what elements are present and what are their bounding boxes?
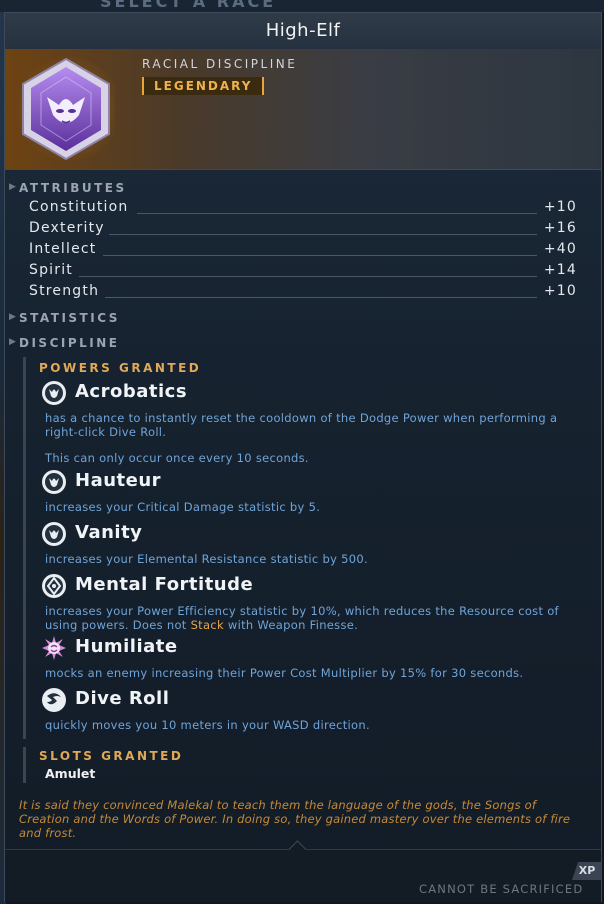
discipline-type-label: RACIAL DISCIPLINE	[142, 57, 298, 71]
statistics-header: STATISTICS	[19, 311, 120, 325]
power-name: Hauteur	[75, 470, 162, 491]
attribute-name: Intellect	[29, 241, 97, 257]
attribute-row: Constitution +10	[29, 199, 577, 220]
taunt-burst-icon	[42, 636, 66, 660]
attribute-name: Dexterity	[29, 220, 105, 236]
background-title: SELECT A RACE	[100, 0, 277, 11]
power-entry[interactable]: Humiliate mocks an enemy increasing thei…	[41, 635, 591, 681]
power-entry[interactable]: Acrobatics has a chance to instantly res…	[41, 380, 591, 465]
attribute-row: Dexterity +16	[29, 220, 577, 241]
attribute-row: Spirit +14	[29, 262, 577, 283]
power-description: increases your Elemental Resistance stat…	[45, 552, 368, 566]
ability-badge-icon	[42, 470, 66, 494]
power-name: Dive Roll	[75, 688, 170, 709]
power-name: Acrobatics	[75, 381, 188, 402]
power-entry[interactable]: Vanity increases your Elemental Resistan…	[41, 521, 591, 567]
expand-arrow-icon: ▶	[9, 337, 19, 347]
background-header: SELECT A RACE	[0, 0, 604, 12]
power-name: Vanity	[75, 522, 143, 543]
lore-text: It is said they convinced Malekal to tea…	[19, 798, 571, 840]
attribute-name: Strength	[29, 283, 100, 299]
attribute-name: Constitution	[29, 199, 129, 215]
power-description: increases your Critical Damage statistic…	[45, 500, 321, 514]
rarity-badge: LEGENDARY	[142, 77, 265, 95]
power-description-note: This can only occur once every 10 second…	[45, 451, 309, 465]
attributes-header: ATTRIBUTES	[19, 181, 127, 195]
power-description: quickly moves you 10 meters in your WASD…	[45, 718, 370, 732]
slots-granted-header: SLOTS GRANTED	[39, 749, 184, 763]
power-entry[interactable]: Mental Fortitude increases your Power Ef…	[41, 573, 591, 633]
leader-line	[137, 213, 537, 214]
attribute-row: Intellect +40	[29, 241, 577, 262]
attribute-value: +10	[543, 199, 577, 215]
title-bar: High-Elf	[5, 13, 601, 50]
elf-mask-emblem-icon	[17, 57, 115, 161]
tooltip-panel: High-Elf RACIAL DISCIPLINE LEGENDARY ▶ A…	[4, 12, 602, 902]
power-entry[interactable]: Hauteur increases your Critical Damage s…	[41, 469, 591, 515]
discipline-header: RACIAL DISCIPLINE LEGENDARY	[5, 49, 601, 170]
attribute-value: +10	[543, 283, 577, 299]
footer-notch	[288, 840, 307, 859]
power-description: has a chance to instantly reset the cool…	[45, 411, 590, 465]
power-description-text: with Weapon Finesse.	[223, 618, 359, 632]
powers-granted-header: POWERS GRANTED	[39, 361, 202, 375]
discipline-title: High-Elf	[265, 20, 341, 41]
leader-line	[79, 276, 537, 277]
attribute-value: +16	[543, 220, 577, 236]
attribute-value: +40	[543, 241, 577, 257]
attribute-value: +14	[543, 262, 577, 278]
expand-arrow-icon: ▶	[9, 182, 19, 192]
statistics-section-toggle[interactable]: ▶ STATISTICS	[9, 311, 120, 325]
leader-line	[109, 234, 537, 235]
tooltip-footer: CANNOT BE SACRIFICED	[5, 840, 601, 902]
ability-badge-icon	[42, 522, 66, 546]
power-name: Mental Fortitude	[75, 574, 254, 595]
leader-line	[103, 255, 537, 256]
diamond-badge-icon	[42, 574, 66, 598]
attribute-name: Spirit	[29, 262, 73, 278]
power-name: Humiliate	[75, 636, 178, 657]
power-description-text: has a chance to instantly reset the cool…	[45, 411, 558, 439]
leader-line	[105, 297, 537, 298]
sacrifice-status: CANNOT BE SACRIFICED	[419, 882, 584, 896]
dive-roll-icon	[42, 688, 66, 712]
ability-badge-icon	[42, 381, 66, 405]
attributes-section-toggle[interactable]: ▶ ATTRIBUTES	[9, 181, 127, 195]
power-description: increases your Power Efficiency statisti…	[45, 604, 590, 632]
power-entry[interactable]: Dive Roll quickly moves you 10 meters in…	[41, 687, 591, 733]
attribute-row: Strength +10	[29, 283, 577, 304]
stack-keyword-link[interactable]: Stack	[191, 618, 224, 632]
power-description: mocks an enemy increasing their Power Co…	[45, 666, 524, 680]
expand-arrow-icon: ▶	[9, 312, 19, 322]
discipline-section-toggle[interactable]: ▶ DISCIPLINE	[9, 336, 120, 350]
slot-item: Amulet	[45, 766, 96, 781]
discipline-header: DISCIPLINE	[19, 336, 120, 350]
